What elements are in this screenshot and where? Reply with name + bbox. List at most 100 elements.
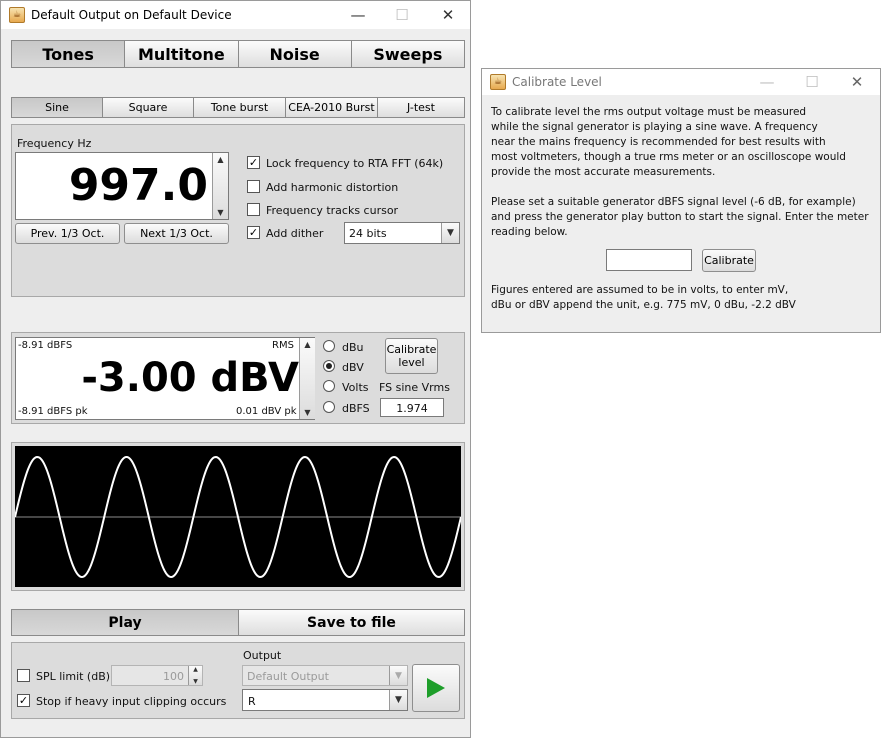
spin-down-icon[interactable]: ▼ [217,208,223,217]
minimize-button[interactable]: — [335,1,381,29]
output-channel-value: R [248,695,256,708]
text-line: Please set a suitable generator dBFS sig… [491,196,856,208]
spl-limit-input[interactable]: 100 ▲ ▼ [111,665,203,686]
tab-tones[interactable]: Tones [12,41,126,67]
tab-tone-burst[interactable]: Tone burst [194,98,286,117]
tab-sine[interactable]: Sine [12,98,103,117]
text-line: most voltmeters, though a true rms meter… [491,151,846,163]
tab-j-test[interactable]: J-test [378,98,464,117]
calibrate-line2: level [398,356,425,369]
main-title-bar[interactable]: ☕ Default Output on Default Device — ☐ ✕ [1,1,470,29]
stop-clipping-label: Stop if heavy input clipping occurs [36,695,227,708]
java-app-icon: ☕ [490,74,506,90]
spl-limit-label: SPL limit (dB): [36,670,114,683]
tracks-cursor-checkbox[interactable] [247,203,260,216]
close-button[interactable]: ✕ [834,69,880,95]
waveform-preview [15,446,461,587]
chevron-down-icon[interactable]: ▼ [389,666,407,685]
spl-limit-spinner[interactable]: ▲ ▼ [188,666,202,685]
text-line: Figures entered are assumed to be in vol… [491,284,789,296]
calibrate-line1: Calibrate [386,343,437,356]
lock-frequency-label: Lock frequency to RTA FFT (64k) [266,157,444,170]
next-third-octave-button[interactable]: Next 1/3 Oct. [124,223,229,244]
tab-noise[interactable]: Noise [238,41,352,67]
level-dbfs-rms: -8.91 dBFS [18,340,73,351]
add-dither-label: Add dither [266,227,324,240]
unit-dbv-radio[interactable] [323,360,335,372]
frequency-value[interactable]: 997.0 [18,158,208,214]
play-triangle-icon [427,678,445,698]
tab-cea-2010-burst[interactable]: CEA-2010 Burst [286,98,378,117]
fs-sine-value: 1.974 [396,402,428,415]
text-line: near the mains frequency is recommended … [491,136,826,148]
tab-multitone[interactable]: Multitone [125,41,239,67]
frequency-spinner[interactable]: ▲ ▼ [212,153,228,219]
play-tab-button[interactable]: Play [12,610,239,635]
tab-square[interactable]: Square [103,98,194,117]
spin-up-icon[interactable]: ▲ [193,666,198,673]
action-bar: Play Save to file [11,609,465,636]
prev-third-octave-button[interactable]: Prev. 1/3 Oct. [15,223,120,244]
spin-down-icon[interactable]: ▼ [193,678,198,685]
output-label: Output [243,649,282,662]
unit-dbu-label: dBu [342,341,364,354]
fs-sine-label: FS sine Vrms [379,381,450,394]
text-line: and press the generator play button to s… [491,211,869,223]
level-spinner[interactable]: ▲ ▼ [299,338,315,419]
add-dither-checkbox[interactable]: ✓ [247,226,260,239]
lock-frequency-checkbox[interactable]: ✓ [247,156,260,169]
chevron-down-icon[interactable]: ▼ [441,223,459,243]
text-line: dBu or dBV append the unit, e.g. 775 mV,… [491,299,796,311]
meter-reading-input[interactable] [606,249,692,271]
calibrate-submit-button[interactable]: Calibrate [702,249,756,272]
level-rms-label: RMS [272,340,294,351]
level-value: -3.00 dBV [81,355,299,401]
unit-dbv-label: dBV [342,361,364,374]
calibrate-dialog-title: Calibrate Level [512,75,602,89]
fs-sine-input[interactable]: 1.974 [380,398,444,417]
minimize-button[interactable]: — [744,69,790,95]
calibrate-instructions-2: Please set a suitable generator dBFS sig… [491,195,876,240]
spin-up-icon[interactable]: ▲ [217,155,223,164]
maximize-button[interactable]: ☐ [789,69,835,95]
unit-dbfs-radio[interactable] [323,401,335,413]
calibrate-title-bar[interactable]: ☕ Calibrate Level — ☐ ✕ [482,69,880,95]
close-button[interactable]: ✕ [425,1,471,29]
harmonic-distortion-checkbox[interactable] [247,180,260,193]
spl-limit-checkbox[interactable] [17,669,30,682]
calibrate-instructions-3: Figures entered are assumed to be in vol… [491,283,876,313]
unit-dbfs-label: dBFS [342,402,370,415]
text-line: To calibrate level the rms output voltag… [491,106,807,118]
unit-volts-radio[interactable] [323,380,335,392]
text-line: provide the most accurate measurements. [491,166,716,178]
tracks-cursor-label: Frequency tracks cursor [266,204,399,217]
calibrate-instructions-1: To calibrate level the rms output voltag… [491,105,876,180]
calibrate-level-button[interactable]: Calibrate level [385,338,438,374]
stop-clipping-checkbox[interactable]: ✓ [17,694,30,707]
frequency-label: Frequency Hz [17,137,92,150]
output-device-select[interactable]: Default Output ▼ [242,665,408,686]
spin-up-icon[interactable]: ▲ [304,340,310,349]
level-dbv-peak: 0.01 dBV pk [236,406,297,417]
spin-down-icon[interactable]: ▼ [304,408,310,417]
generator-type-tabs: Tones Multitone Noise Sweeps [11,40,465,68]
java-app-icon: ☕ [9,7,25,23]
save-to-file-button[interactable]: Save to file [239,610,464,635]
tab-sweeps[interactable]: Sweeps [351,41,464,67]
text-line: reading below. [491,226,568,238]
output-device-value: Default Output [247,670,329,683]
maximize-button[interactable]: ☐ [379,1,425,29]
spl-limit-value: 100 [163,670,184,683]
output-channel-select[interactable]: R ▼ [242,689,408,711]
play-button[interactable] [412,664,460,712]
dither-bits-select[interactable]: 24 bits ▼ [344,222,460,244]
main-window-title: Default Output on Default Device [31,8,232,22]
dither-bits-value: 24 bits [349,227,387,240]
waveform-tabs: Sine Square Tone burst CEA-2010 Burst J-… [11,97,465,118]
text-line: while the signal generator is playing a … [491,121,818,133]
level-dbfs-peak: -8.91 dBFS pk [18,406,88,417]
calibrate-dialog: ☕ Calibrate Level — ☐ ✕ To calibrate lev… [481,68,881,333]
chevron-down-icon[interactable]: ▼ [389,690,407,710]
unit-dbu-radio[interactable] [323,340,335,352]
harmonic-distortion-label: Add harmonic distortion [266,181,399,194]
